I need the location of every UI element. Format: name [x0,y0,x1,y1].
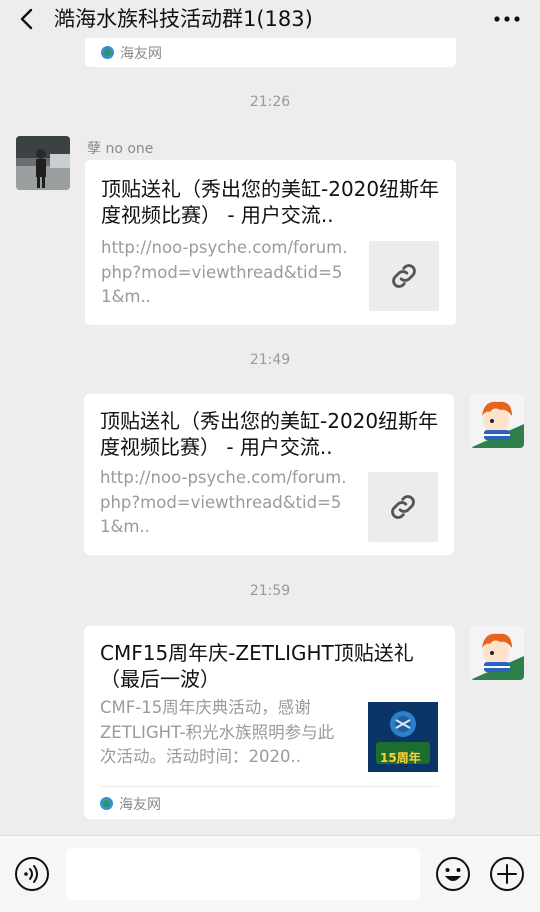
card-description: http://noo-psyche.com/forum.php?mod=view… [101,238,348,306]
sender-name: 孽 no one [87,141,154,157]
voice-input-icon[interactable] [14,856,50,892]
link-message-card[interactable]: 顶贴送礼（秀出您的美缸-2020纽斯年度视频比赛） - 用户交流.. http:… [84,394,454,555]
chat-title: 澔海水族科技活动群1(183) [54,7,313,31]
card-description: http://noo-psyche.com/forum.php?mod=view… [100,468,347,536]
plus-icon[interactable] [489,856,525,892]
avatar-photo [16,136,70,190]
message-input[interactable] [66,848,420,900]
more-options-icon[interactable] [492,6,522,32]
link-thumbnail [368,472,438,542]
avatar[interactable] [470,626,524,680]
article-message-card[interactable]: CMF15周年庆-ZETLIGHT顶贴送礼（最后一波） CMF-15周年庆典活动… [84,626,455,819]
source-logo-icon [100,797,113,810]
avatar-cartoon [470,626,524,680]
chat-area[interactable]: 海友网 21:26 孽 no one 顶贴送礼（秀出您的美缸-2020纽斯年度视… [0,0,540,835]
card-source: 海友网 [100,794,161,814]
source-logo-icon [101,46,114,59]
card-title: CMF15周年庆-ZETLIGHT顶贴送礼（最后一波） [100,641,414,691]
link-thumbnail [369,241,439,311]
card-title: 顶贴送礼（秀出您的美缸-2020纽斯年度视频比赛） - 用户交流.. [100,409,439,459]
card-description: CMF-15周年庆典活动，感谢ZETLIGHT-积光水族照明参与此次活动。活动时… [100,698,335,766]
card-title: 顶贴送礼（秀出您的美缸-2020纽斯年度视频比赛） - 用户交流.. [101,177,440,227]
emoji-icon[interactable] [435,856,471,892]
card-source: 海友网 [101,43,162,63]
timestamp: 21:49 [249,352,291,368]
link-icon [392,264,416,288]
thumbnail-label: 15周年 [380,751,421,765]
avatar[interactable] [470,394,524,448]
avatar[interactable] [16,136,70,190]
top-bar: 澔海水族科技活动群1(183) [0,0,540,38]
link-message-card[interactable]: 顶贴送礼（秀出您的美缸-2020纽斯年度视频比赛） - 用户交流.. http:… [85,160,456,325]
input-bar [0,835,540,912]
card-divider [100,786,439,787]
timestamp: 21:26 [249,94,291,110]
article-thumbnail: 15周年 [368,702,438,772]
link-icon [391,495,415,519]
back-arrow-icon[interactable] [14,5,42,33]
timestamp: 21:59 [249,583,291,599]
avatar-cartoon [470,394,524,448]
